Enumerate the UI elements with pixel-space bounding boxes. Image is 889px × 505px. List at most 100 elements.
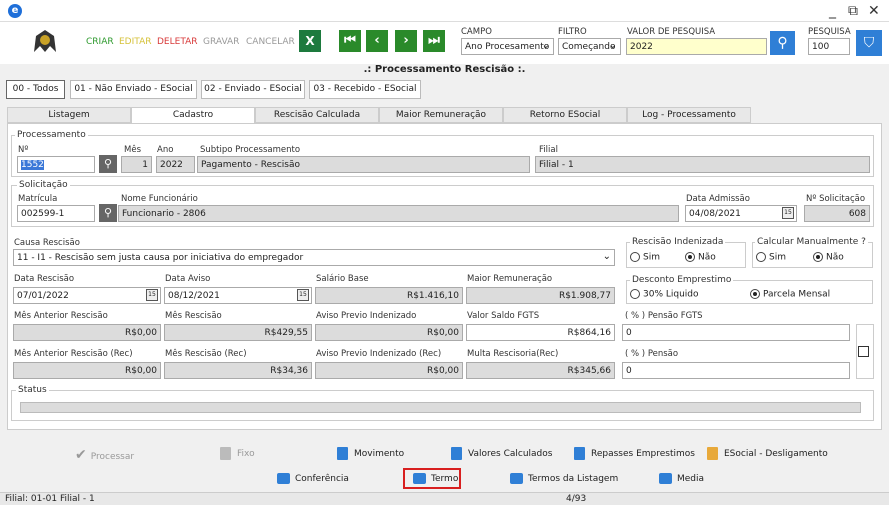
- document-icon: [337, 447, 348, 460]
- campo-select[interactable]: Ano Procesamento: [461, 38, 554, 55]
- termo-label: Termo: [431, 474, 459, 484]
- excel-export-icon[interactable]: X: [299, 30, 321, 52]
- causa-rescisao-select[interactable]: 11 - I1 - Rescisão sem justa causa por i…: [13, 249, 615, 266]
- deletar-button[interactable]: DELETAR: [157, 37, 198, 47]
- pensao-fgts-field[interactable]: 0: [622, 324, 850, 341]
- subtab-listagem[interactable]: Listagem: [7, 107, 131, 123]
- search-matricula-icon[interactable]: ⚲: [99, 204, 117, 222]
- pensao-checkbox[interactable]: [858, 346, 869, 357]
- mes-rescisao-label: Mês Rescisão: [165, 311, 222, 321]
- gravar-button[interactable]: GRAVAR: [203, 37, 239, 47]
- valor-pesquisa-input[interactable]: 2022: [626, 38, 767, 55]
- radio-selected-icon: [813, 252, 823, 262]
- desconto-parcela-radio[interactable]: Parcela Mensal: [750, 289, 830, 300]
- matricula-field[interactable]: 002599-1: [17, 205, 95, 222]
- filter-icon[interactable]: ⛉: [856, 30, 882, 56]
- aviso-previo-rec-label: Aviso Previo Indenizado (Rec): [316, 349, 442, 359]
- movimento-button[interactable]: Movimento: [337, 447, 404, 460]
- criar-button[interactable]: CRIAR: [86, 37, 114, 47]
- fixo-button[interactable]: Fixo: [220, 447, 255, 460]
- pensao-field[interactable]: 0: [622, 362, 850, 379]
- matricula-label: Matrícula: [18, 194, 58, 204]
- next-record-icon[interactable]: ›: [395, 30, 417, 52]
- conferencia-label: Conferência: [295, 474, 349, 484]
- desconto-emprestimo-label: Desconto Emprestimo: [630, 275, 734, 285]
- processamento-group-label: Processamento: [15, 130, 88, 140]
- data-aviso-field[interactable]: 08/12/2021 15: [164, 287, 312, 304]
- editar-button[interactable]: EDITAR: [119, 37, 151, 47]
- data-aviso-label: Data Aviso: [165, 274, 211, 284]
- subtab-rescisao-calculada[interactable]: Rescisão Calculada: [255, 107, 379, 123]
- indenizada-nao-radio[interactable]: Não: [685, 252, 716, 263]
- media-label: Media: [677, 474, 705, 484]
- ano-label: Ano: [157, 145, 174, 155]
- termo-button[interactable]: Termo: [403, 468, 461, 489]
- document-icon: [220, 447, 231, 460]
- valores-calculados-label: Valores Calculados: [468, 449, 553, 459]
- data-admissao-field[interactable]: 04/08/2021 15: [685, 205, 797, 222]
- calcular-sim-radio[interactable]: Sim: [756, 252, 786, 263]
- conferencia-button[interactable]: Conferência: [277, 473, 349, 484]
- status-page-counter: 4/93: [566, 494, 587, 504]
- cancelar-button[interactable]: CANCELAR: [246, 37, 295, 47]
- calendar-icon[interactable]: 15: [297, 289, 309, 301]
- tab-todos[interactable]: 00 - Todos: [6, 80, 65, 99]
- data-rescisao-field[interactable]: 07/01/2022 15: [13, 287, 161, 304]
- maximize-icon[interactable]: ⧉: [848, 3, 858, 19]
- desconto-30-radio[interactable]: 30% Liquido: [630, 289, 699, 300]
- first-record-icon[interactable]: ⏮: [339, 30, 361, 52]
- mes-anterior-rescisao-rec-field: R$0,00: [13, 362, 161, 379]
- multa-rescisoria-field: R$345,66: [466, 362, 615, 379]
- mes-anterior-rescisao-rec-label: Mês Anterior Rescisão (Rec): [14, 349, 133, 359]
- desconto-30-label: 30% Liquido: [643, 289, 699, 300]
- salario-base-label: Salário Base: [316, 274, 369, 284]
- ano-field: 2022: [156, 156, 195, 173]
- repasses-emprestimos-button[interactable]: Repasses Emprestimos: [574, 447, 695, 460]
- subtipo-label: Subtipo Processamento: [200, 145, 301, 155]
- termos-listagem-button[interactable]: Termos da Listagem: [510, 473, 618, 484]
- data-rescisao-value: 07/01/2022: [17, 291, 69, 301]
- processar-button[interactable]: ✔ Processar: [75, 447, 134, 463]
- status-bar: [0, 492, 889, 505]
- subtab-retorno-esocial[interactable]: Retorno ESocial: [503, 107, 627, 123]
- status-progress-bar: [20, 402, 861, 413]
- filtro-select[interactable]: Começando: [558, 38, 621, 55]
- media-button[interactable]: Media: [659, 473, 704, 484]
- aviso-previo-label: Aviso Previo Indenizado: [316, 311, 417, 321]
- esocial-desligamento-button[interactable]: ESocial - Desligamento: [707, 447, 828, 460]
- calcular-nao-radio[interactable]: Não: [813, 252, 844, 263]
- app-logo-icon: e: [8, 4, 22, 18]
- previous-record-icon[interactable]: ‹: [366, 30, 388, 52]
- tab-recebido[interactable]: 03 - Recebido - ESocial: [309, 80, 421, 99]
- mes-label: Mês: [124, 145, 141, 155]
- last-record-icon[interactable]: ⏭: [423, 30, 445, 52]
- indenizada-sim-radio[interactable]: Sim: [630, 252, 660, 263]
- subtab-log-processamento[interactable]: Log - Processamento: [627, 107, 751, 123]
- calendar-icon[interactable]: 15: [782, 207, 794, 219]
- subtab-maior-remuneracao[interactable]: Maior Remuneração: [379, 107, 503, 123]
- subtab-cadastro[interactable]: Cadastro: [131, 107, 255, 123]
- search-numero-icon[interactable]: ⚲: [99, 155, 117, 173]
- pesquisa-stepper[interactable]: 100: [808, 38, 850, 55]
- tab-nao-enviado[interactable]: 01 - Não Enviado - ESocial: [70, 80, 197, 99]
- calendar-icon[interactable]: 15: [146, 289, 158, 301]
- fixo-label: Fixo: [237, 449, 255, 459]
- radio-selected-icon: [750, 289, 760, 299]
- nome-funcionario-field: Funcionario - 2806: [118, 205, 679, 222]
- numero-value: 1552: [21, 160, 44, 170]
- status-label: Status: [16, 385, 49, 395]
- radio-icon: [630, 289, 640, 299]
- mes-rescisao-field: R$429,55: [164, 324, 312, 341]
- close-icon[interactable]: ✕: [868, 3, 880, 19]
- numero-field[interactable]: 1552: [17, 156, 95, 173]
- tab-enviado[interactable]: 02 - Enviado - ESocial: [201, 80, 305, 99]
- mes-anterior-rescisao-field: R$0,00: [13, 324, 161, 341]
- aviso-previo-rec-field: R$0,00: [315, 362, 463, 379]
- search-icon[interactable]: ⚲: [770, 31, 795, 55]
- filtro-label: FILTRO: [558, 27, 587, 37]
- print-icon: [659, 473, 672, 484]
- minimize-icon[interactable]: _: [829, 3, 836, 19]
- valor-saldo-fgts-field[interactable]: R$864,16: [466, 324, 615, 341]
- valores-calculados-button[interactable]: Valores Calculados: [451, 447, 552, 460]
- filial-field: Filial - 1: [535, 156, 870, 173]
